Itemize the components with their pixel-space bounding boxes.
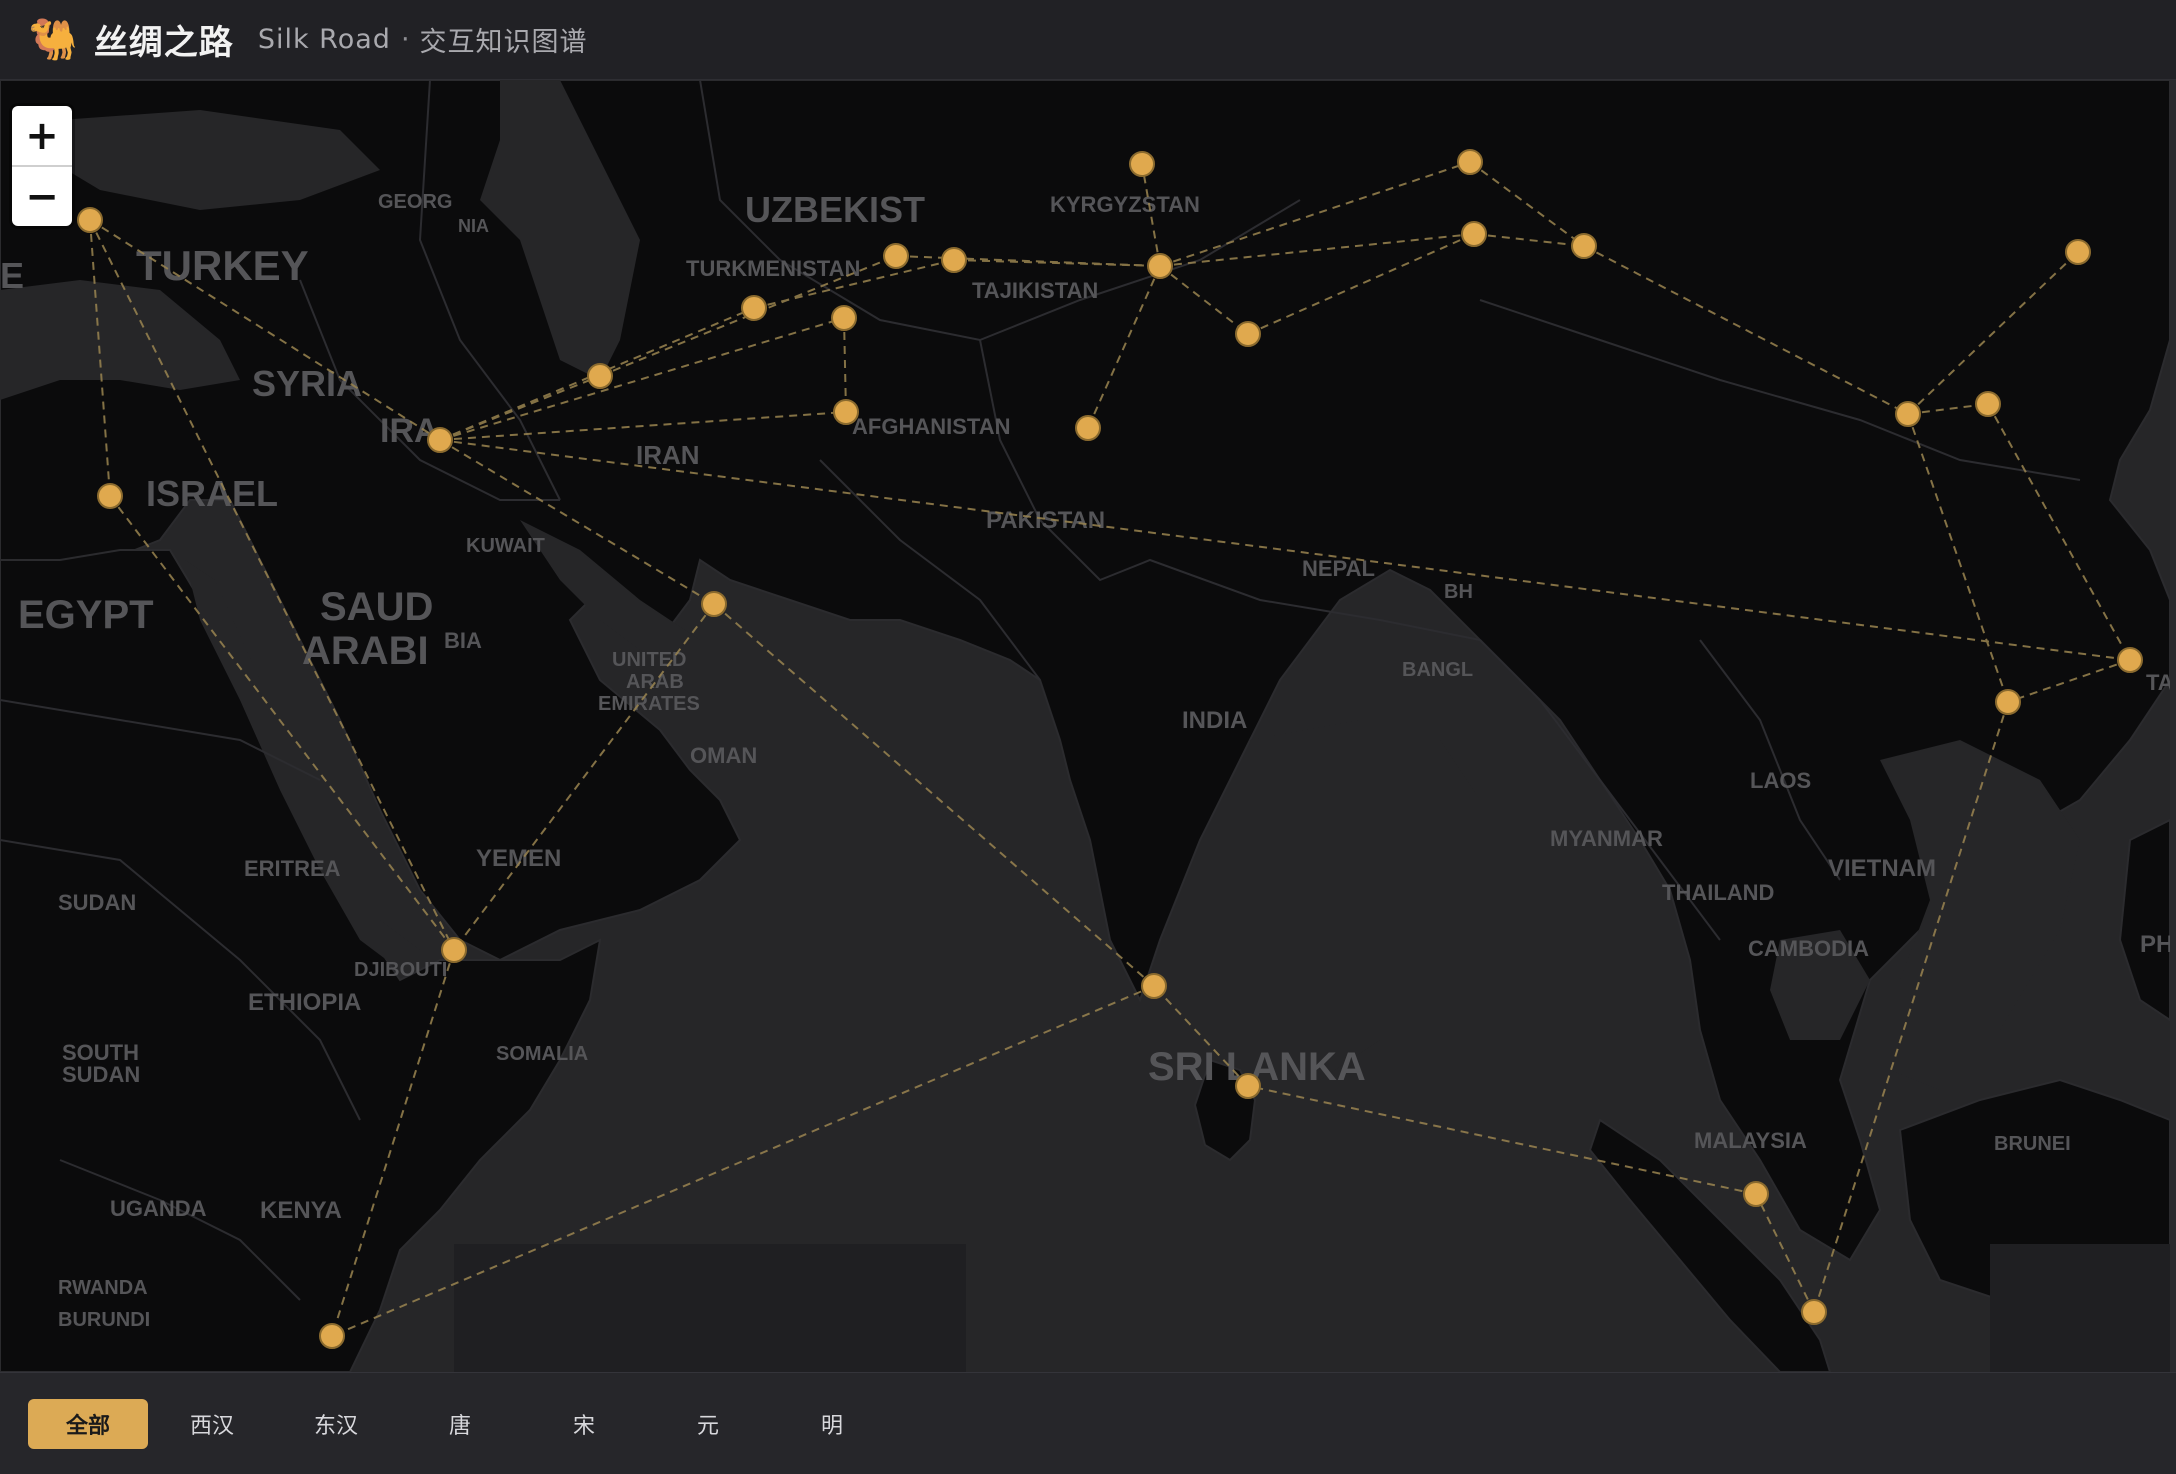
city-node[interactable] [1235, 1073, 1261, 1099]
label-arabia: ARABI [302, 629, 429, 673]
zoom-out-button[interactable]: − [12, 165, 72, 226]
city-node[interactable] [97, 483, 123, 509]
label-arab: ARAB [626, 671, 684, 693]
label-iran: IRAN [636, 440, 700, 470]
map-canvas[interactable]: UZBEKIST KYRGYZSTAN GEORG NIA TURKEY TUR… [0, 80, 2170, 1372]
period-button-ming[interactable]: 明 [772, 1399, 892, 1449]
city-node[interactable] [741, 295, 767, 321]
city-node[interactable] [833, 399, 859, 425]
inset-box-left [454, 1244, 966, 1372]
app-subtitle-cn: 交互知识图谱 [419, 27, 588, 58]
city-node[interactable] [1801, 1299, 1827, 1325]
subtitle-separator: · [400, 24, 410, 55]
city-node[interactable] [1075, 415, 1101, 441]
label-india: INDIA [1182, 707, 1247, 734]
label-turkmenistan: TURKMENISTAN [686, 256, 860, 281]
label-israel: ISRAEL [146, 473, 278, 514]
app-subtitle-en: Silk Road [257, 24, 391, 55]
app-header: 🐫 丝绸之路 Silk Road · 交互知识图谱 [0, 0, 2176, 80]
label-south-sudan: SUDAN [62, 1062, 140, 1087]
label-kenya: KENYA [260, 1197, 342, 1224]
label-emirates: EMIRATES [598, 693, 700, 715]
label-eritrea: ERITREA [244, 856, 341, 881]
label-tajikistan: TAJIKISTAN [972, 278, 1098, 303]
city-node[interactable] [1743, 1181, 1769, 1207]
label-yemen: YEMEN [476, 845, 561, 872]
label-vietnam: VIETNAM [1828, 855, 1936, 882]
label-myanmar: MYANMAR [1550, 826, 1663, 851]
city-node[interactable] [77, 207, 103, 233]
city-node[interactable] [701, 591, 727, 617]
label-bhutan: BH [1444, 581, 1473, 603]
period-button-song[interactable]: 宋 [524, 1399, 644, 1449]
city-node[interactable] [1571, 233, 1597, 259]
label-egypt: EGYPT [18, 593, 154, 637]
zoom-control: + − [12, 106, 72, 226]
label-kyrgyzstan: KYRGYZSTAN [1050, 192, 1200, 217]
label-taiwan-fragment: TA [2146, 670, 2170, 695]
label-saudi: SAUD [320, 585, 433, 629]
label-bangladesh: BANGL [1402, 659, 1473, 681]
label-somalia: SOMALIA [496, 1043, 588, 1065]
label-uganda: UGANDA [110, 1196, 207, 1221]
label-malaysia: MALAYSIA [1694, 1128, 1807, 1153]
label-pakistan: PAKISTAN [986, 507, 1105, 534]
label-georgia: GEORG [378, 191, 452, 213]
period-button-tang[interactable]: 唐 [400, 1399, 520, 1449]
city-node[interactable] [941, 247, 967, 273]
label-united: UNITED [612, 649, 686, 671]
label-armenia: NIA [458, 216, 489, 236]
city-node[interactable] [587, 363, 613, 389]
period-button-yuan[interactable]: 元 [648, 1399, 768, 1449]
label-brunei: BRUNEI [1994, 1133, 2071, 1155]
label-oman: OMAN [690, 743, 757, 768]
label-syria: SYRIA [252, 363, 362, 404]
label-burundi: BURUNDI [58, 1309, 150, 1331]
city-node[interactable] [319, 1323, 345, 1349]
map-svg[interactable]: UZBEKIST KYRGYZSTAN GEORG NIA TURKEY TUR… [0, 80, 2170, 1372]
city-node[interactable] [1147, 253, 1173, 279]
city-node[interactable] [831, 305, 857, 331]
label-philippines-fragment: PH [2140, 931, 2170, 958]
city-node[interactable] [1457, 149, 1483, 175]
city-node[interactable] [427, 427, 453, 453]
label-rwanda: RWANDA [58, 1277, 148, 1299]
city-node[interactable] [1995, 689, 2021, 715]
label-thailand: THAILAND [1662, 880, 1774, 905]
label-laos: LAOS [1750, 768, 1811, 793]
label-ethiopia: ETHIOPIA [248, 989, 361, 1016]
label-afghanistan: AFGHANISTAN [852, 414, 1010, 439]
city-node[interactable] [441, 937, 467, 963]
period-button-all[interactable]: 全部 [28, 1398, 148, 1449]
city-node[interactable] [1129, 151, 1155, 177]
label-djibouti: DJIBOUTI [354, 959, 447, 981]
inset-box-right [1990, 1244, 2170, 1372]
period-button-western-han[interactable]: 西汉 [152, 1399, 272, 1449]
city-node[interactable] [1975, 391, 2001, 417]
period-button-eastern-han[interactable]: 东汉 [276, 1399, 396, 1449]
city-node[interactable] [1235, 321, 1261, 347]
map-right-edge [2170, 80, 2176, 1372]
app-title: 丝绸之路 [93, 23, 234, 63]
label-uzbekistan: UZBEKIST [745, 189, 925, 230]
city-node[interactable] [883, 243, 909, 269]
label-libya-fragment: BIA [444, 628, 482, 653]
label-edge-fragment: E [0, 255, 24, 296]
label-cambodia: CAMBODIA [1748, 936, 1869, 961]
city-node[interactable] [1461, 221, 1487, 247]
zoom-in-button[interactable]: + [12, 106, 72, 165]
period-filter-bar: 全部 西汉 东汉 唐 宋 元 明 [0, 1372, 2176, 1474]
label-sudan: SUDAN [58, 890, 136, 915]
label-kuwait: KUWAIT [466, 535, 545, 557]
city-node[interactable] [1895, 401, 1921, 427]
city-node[interactable] [1141, 973, 1167, 999]
silk-road-app: 🐫 丝绸之路 Silk Road · 交互知识图谱 UZBEKIST KYRGY… [0, 0, 2176, 1474]
city-node[interactable] [2117, 647, 2143, 673]
city-node[interactable] [2065, 239, 2091, 265]
camel-icon: 🐫 [28, 16, 78, 63]
